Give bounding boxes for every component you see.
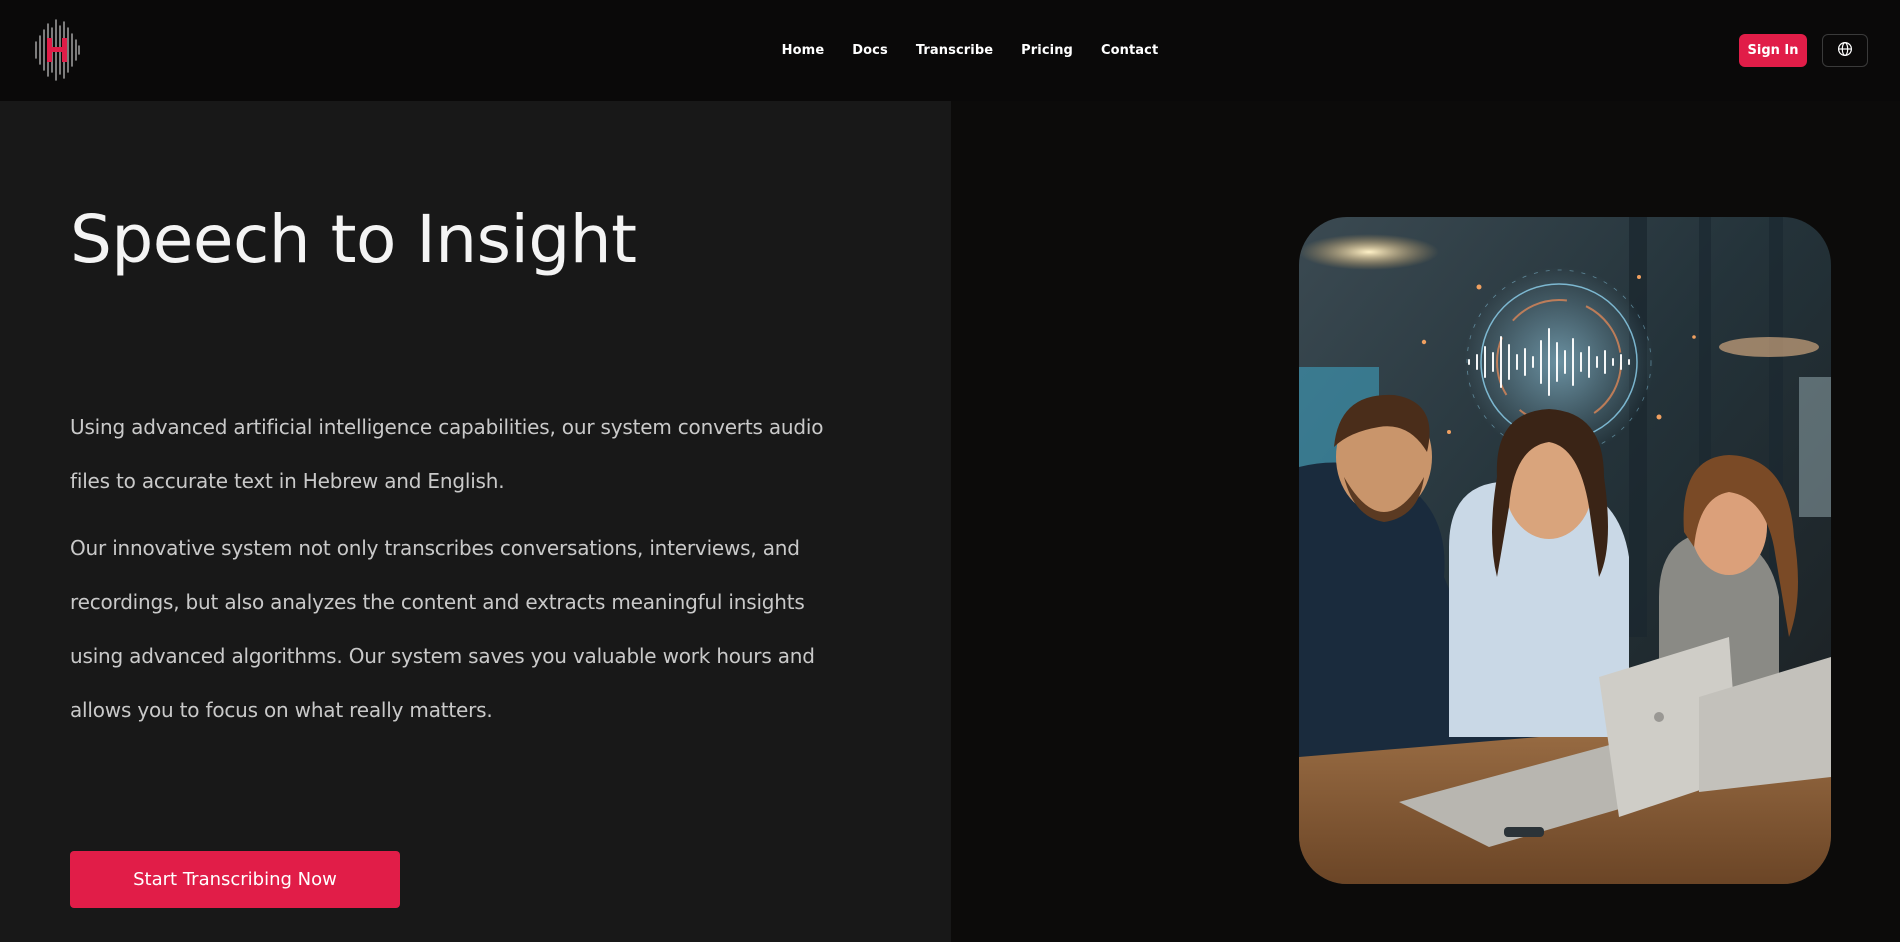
hero-title: Speech to Insight bbox=[70, 201, 637, 278]
sign-in-button[interactable]: Sign In bbox=[1739, 34, 1807, 67]
team-laptop-soundwave-photo-icon bbox=[1299, 217, 1831, 884]
nav-pricing-link[interactable]: Pricing bbox=[1021, 43, 1073, 58]
nav-transcribe-link[interactable]: Transcribe bbox=[916, 43, 993, 58]
language-button[interactable] bbox=[1822, 34, 1868, 67]
hero-description-paragraph: Our innovative system not only transcrib… bbox=[70, 536, 815, 722]
top-navbar: Home Docs Transcribe Pricing Contact Sig… bbox=[0, 0, 1900, 101]
nav-contact-link[interactable]: Contact bbox=[1101, 43, 1158, 58]
start-transcribing-button[interactable]: Start Transcribing Now bbox=[70, 851, 400, 908]
soundwave-logo-icon[interactable] bbox=[33, 16, 81, 84]
hero-intro-paragraph: Using advanced artificial intelligence c… bbox=[70, 415, 824, 493]
main-nav: Home Docs Transcribe Pricing Contact bbox=[770, 0, 1170, 101]
nav-docs-link[interactable]: Docs bbox=[852, 43, 888, 58]
nav-home-link[interactable]: Home bbox=[782, 43, 825, 58]
globe-icon bbox=[1837, 41, 1853, 60]
